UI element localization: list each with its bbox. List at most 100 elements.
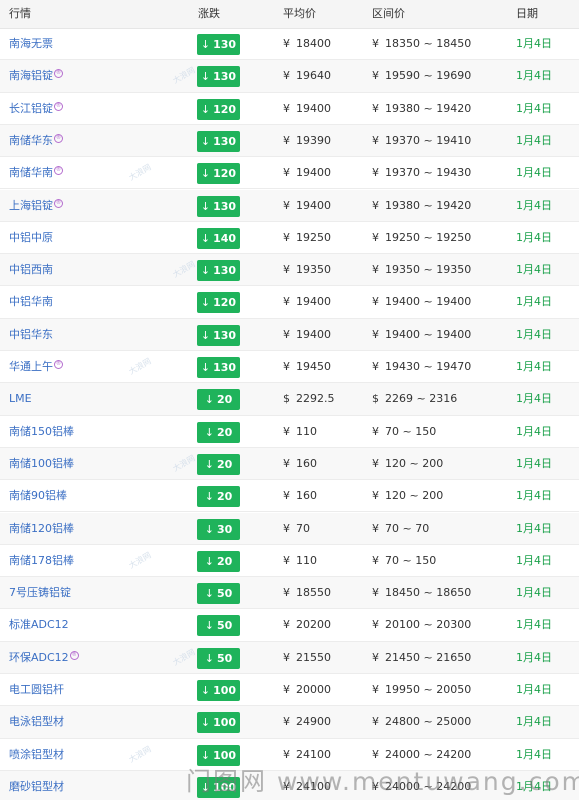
table-row: 长江铝锭 ® ↓ 120 ¥19400 ¥19380 ~ 19420 1月4日 <box>0 93 579 125</box>
change-badge: ↓ 120 <box>197 98 240 120</box>
arrow-down-icon: ↓ <box>204 490 214 504</box>
range-price-value: 18450 ~ 18650 <box>385 586 472 600</box>
table-row: 南储100铝棒 ↓ 20 ¥160 ¥120 ~ 200 1月4日 大浪网 <box>0 447 579 481</box>
date-cell: 1月4日 <box>516 263 552 277</box>
change-cell: ↓ 130 <box>197 357 240 378</box>
price-table-page: 行情 涨跌 平均价 区间价 日期 南海无票 ↓ 130 ¥18400 ¥18350 ~ … <box>0 0 579 800</box>
avg-price-cell: ¥18550 <box>283 577 331 609</box>
date-cell: 1月4日 <box>516 715 552 729</box>
range-price-value: 19950 ~ 20050 <box>385 683 472 696</box>
currency-symbol: ¥ <box>283 133 290 147</box>
date-cell: 1月4日 <box>516 37 552 50</box>
avg-price-cell: ¥19400 <box>283 190 331 222</box>
change-value: 50 <box>216 619 233 633</box>
change-cell: ↓ 130 <box>197 195 240 217</box>
market-name-link[interactable]: 南储100铝棒 <box>9 448 74 480</box>
table-row: 中铝西南 ↓ 130 ¥19350 ¥19350 ~ 19350 1月4日 大浪网 <box>0 254 579 287</box>
market-name-text: 上海铝锭 <box>9 198 53 212</box>
range-price-value: 2269 ~ 2316 <box>385 392 458 406</box>
market-name-link[interactable]: 标准ADC12 <box>9 609 69 641</box>
avg-price-value: 19640 <box>296 69 331 83</box>
avg-price-cell: ¥18400 <box>283 28 331 60</box>
change-badge: ↓ 130 <box>197 324 240 346</box>
arrow-down-icon: ↓ <box>204 425 214 439</box>
market-name-link[interactable]: 磨砂铝型材 <box>9 771 64 800</box>
market-name-link[interactable]: 南储华南 ® <box>9 157 63 189</box>
currency-symbol: ¥ <box>372 553 379 567</box>
change-badge: ↓ 100 <box>197 680 240 701</box>
date-cell: 1月4日 <box>516 69 552 83</box>
market-name-link[interactable]: 中铝华东 <box>9 319 53 351</box>
change-value: 20 <box>216 554 233 568</box>
market-name-text: LME <box>9 392 32 406</box>
market-name-link[interactable]: 环保ADC12 ® <box>9 642 79 674</box>
registered-mark-icon: ® <box>54 101 63 111</box>
change-value: 130 <box>213 361 237 374</box>
market-name-link[interactable]: 南海铝锭 ® <box>9 60 63 92</box>
currency-symbol: ¥ <box>372 166 379 180</box>
currency-symbol: ¥ <box>283 327 290 341</box>
market-name-text: 电工圆铝杆 <box>9 683 64 696</box>
market-name-text: 磨砂铝型材 <box>9 779 64 793</box>
range-price-cell: ¥19400 ~ 19400 <box>372 286 471 318</box>
currency-symbol: ¥ <box>283 101 290 115</box>
date-cell: 1月4日 <box>516 360 552 373</box>
currency-symbol: ¥ <box>372 650 379 664</box>
change-value: 30 <box>216 522 233 536</box>
market-name-link[interactable]: 电泳铝型材 <box>9 706 64 738</box>
change-badge: ↓ 100 <box>197 776 240 798</box>
market-name-text: 电泳铝型材 <box>9 715 64 729</box>
arrow-down-icon: ↓ <box>200 38 211 51</box>
arrow-down-icon: ↓ <box>200 780 211 794</box>
row-watermark: 大浪网 <box>127 356 153 377</box>
currency-symbol: ¥ <box>283 69 290 83</box>
table-row: 7号压铸铝锭 ↓ 50 ¥18550 ¥18450 ~ 18650 1月4日 <box>0 577 579 610</box>
date-cell: 1月4日 <box>516 683 552 696</box>
market-name-link[interactable]: 华通上午 ® <box>9 351 63 383</box>
change-cell: ↓ 100 <box>197 712 240 734</box>
range-price-cell: ¥20100 ~ 20300 <box>372 609 471 641</box>
market-name-link[interactable]: 长江铝锭 ® <box>9 93 63 125</box>
registered-mark-icon: ® <box>54 198 63 208</box>
market-name-link[interactable]: 南储90铝棒 <box>9 480 67 512</box>
change-value: 130 <box>213 70 237 84</box>
change-badge: ↓ 130 <box>197 260 240 282</box>
range-price-value: 19400 ~ 19400 <box>385 327 472 341</box>
header-date: 日期 <box>516 7 538 20</box>
date-cell: 1月4日 <box>516 198 552 212</box>
market-name-link[interactable]: 7号压铸铝锭 <box>9 577 71 609</box>
market-name-text: 标准ADC12 <box>9 618 69 632</box>
market-name-link[interactable]: 南储178铝棒 <box>9 545 74 577</box>
change-cell: ↓ 130 <box>197 66 240 88</box>
range-price-value: 70 ~ 150 <box>385 553 437 567</box>
currency-symbol: $ <box>372 392 379 406</box>
table-row: 上海铝锭 ® ↓ 130 ¥19400 ¥19380 ~ 19420 1月4日 <box>0 189 579 222</box>
avg-price-value: 19400 <box>296 166 331 180</box>
date-cell: 1月4日 <box>516 424 552 438</box>
currency-symbol: ¥ <box>283 295 290 309</box>
market-name-text: 南储178铝棒 <box>9 553 74 567</box>
table-row: 南储华东 ® ↓ 130 ¥19390 ¥19370 ~ 19410 1月4日 <box>0 124 579 158</box>
change-cell: ↓ 20 <box>197 486 240 508</box>
currency-symbol: ¥ <box>283 779 290 793</box>
market-name-link[interactable]: 中铝中原 <box>9 222 53 254</box>
currency-symbol: ¥ <box>283 166 290 180</box>
change-badge: ↓ 20 <box>197 389 240 411</box>
market-name-link[interactable]: 南储150铝棒 <box>9 416 74 448</box>
market-name-link[interactable]: 中铝西南 <box>9 254 53 286</box>
market-name-link[interactable]: 中铝华南 <box>9 286 53 318</box>
registered-mark-icon: ® <box>54 166 63 176</box>
range-price-value: 120 ~ 200 <box>385 456 444 470</box>
currency-symbol: ¥ <box>283 489 290 503</box>
date-cell: 1月4日 <box>516 101 552 115</box>
market-name-text: 中铝华东 <box>9 327 53 341</box>
market-name-link[interactable]: 南储120铝棒 <box>9 513 74 545</box>
market-name-link[interactable]: 南海无票 <box>9 28 53 60</box>
header-market: 行情 <box>9 7 31 20</box>
market-name-link[interactable]: 喷涂铝型材 <box>9 739 64 771</box>
market-name-link[interactable]: LME <box>9 383 32 415</box>
market-name-link[interactable]: 南储华东 ® <box>9 125 63 157</box>
arrow-down-icon: ↓ <box>204 393 214 407</box>
market-name-link[interactable]: 电工圆铝杆 <box>9 674 64 706</box>
market-name-link[interactable]: 上海铝锭 ® <box>9 190 63 222</box>
